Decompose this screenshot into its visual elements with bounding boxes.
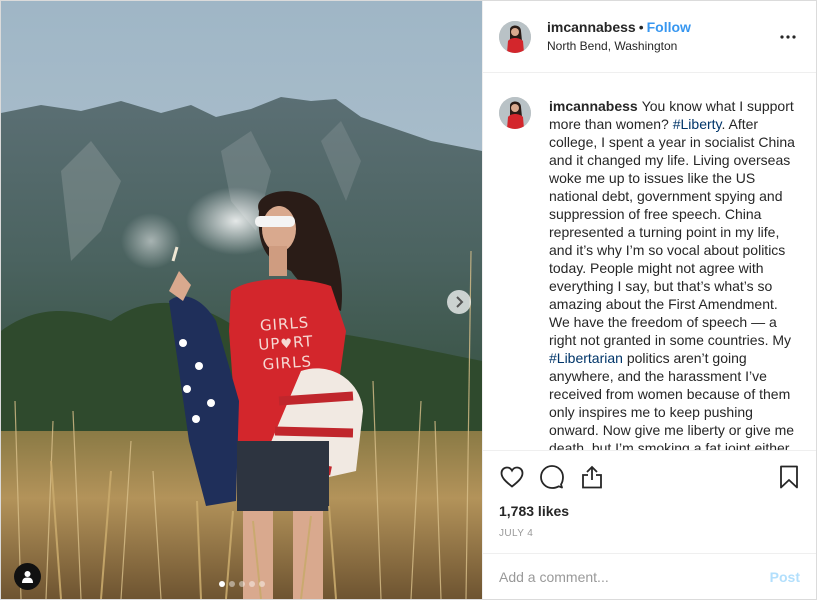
caption-username-link[interactable]: imcannabess: [549, 98, 638, 114]
more-options-icon: [780, 34, 796, 39]
instagram-post: GIRLS UP♥RT GIRLS imcannabess • Follow N…: [0, 0, 817, 600]
username-link[interactable]: imcannabess: [547, 19, 636, 35]
user-tags-button[interactable]: [14, 563, 41, 590]
post-header: imcannabess • Follow North Bend, Washingto…: [483, 1, 816, 73]
carousel-dot: [249, 581, 255, 587]
post-photo[interactable]: GIRLS UP♥RT GIRLS: [1, 1, 482, 599]
next-photo-button[interactable]: [447, 290, 471, 314]
separator-bullet: •: [638, 19, 644, 35]
photo-scene: [1, 1, 482, 599]
carousel-dot: [239, 581, 245, 587]
hashtag-liberty[interactable]: #Liberty: [673, 116, 722, 132]
add-comment-bar: Post: [483, 553, 816, 599]
bookmark-icon: [780, 465, 798, 489]
post-side-panel: imcannabess • Follow North Bend, Washingto…: [482, 1, 816, 599]
carousel-dot: [229, 581, 235, 587]
avatar-image: [499, 20, 531, 53]
carousel-indicator: [219, 581, 265, 587]
carousel-dot: [259, 581, 265, 587]
avatar-image: [499, 97, 531, 129]
action-bar: [499, 457, 800, 497]
comment-input[interactable]: [499, 568, 770, 585]
shirt-print: GIRLS UP♥RT GIRLS: [257, 313, 315, 374]
hashtag-libertarian[interactable]: #Libertarian: [549, 350, 623, 366]
like-button[interactable]: [499, 464, 525, 490]
heart-icon: [500, 466, 524, 488]
more-options-button[interactable]: [776, 25, 800, 49]
post-comment-button[interactable]: Post: [770, 569, 800, 585]
carousel-dot: [219, 581, 225, 587]
chevron-right-icon: [456, 296, 464, 308]
caption-avatar[interactable]: [499, 97, 531, 129]
follow-button[interactable]: Follow: [647, 19, 691, 35]
post-date[interactable]: JULY 4: [499, 528, 800, 539]
like-count[interactable]: 1,783 likes: [499, 503, 800, 519]
caption-part: . After college, I spent a year in socia…: [549, 116, 795, 348]
caption-text: imcannabess You know what I support more …: [549, 97, 800, 450]
user-tag-icon: [22, 571, 33, 583]
comments-section: imcannabess You know what I support more …: [483, 73, 816, 450]
save-button[interactable]: [776, 464, 802, 490]
share-icon: [582, 465, 602, 489]
post-actions-area: 1,783 likes JULY 4: [483, 450, 816, 553]
location-link[interactable]: North Bend, Washington: [547, 37, 776, 55]
comment-button[interactable]: [539, 464, 565, 490]
avatar[interactable]: [499, 20, 531, 53]
post-header-text: imcannabess • Follow North Bend, Washingto…: [547, 18, 776, 55]
share-button[interactable]: [579, 464, 605, 490]
comment-icon: [540, 465, 564, 489]
